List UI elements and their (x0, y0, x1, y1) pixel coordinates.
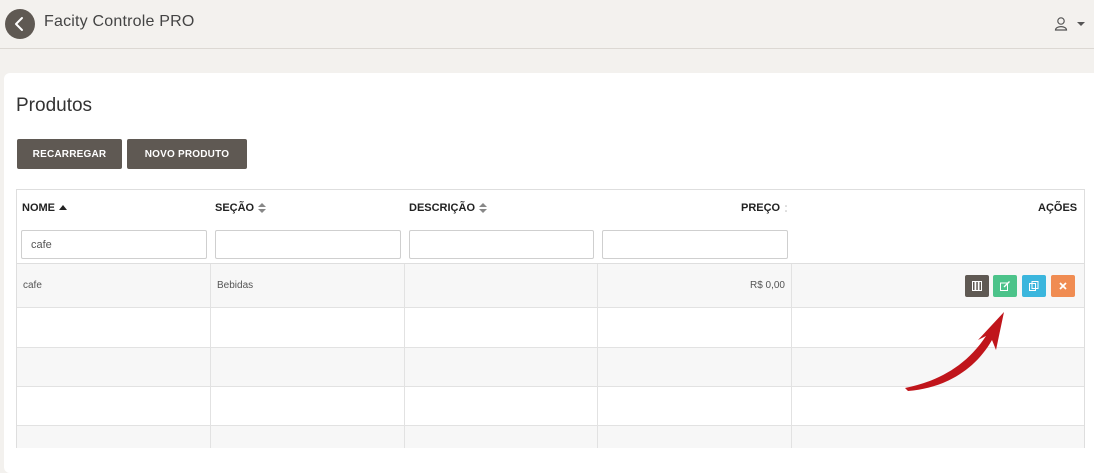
page-title: Produtos (16, 95, 93, 116)
column-label: SEÇÃO (215, 202, 255, 214)
table-row (17, 426, 1084, 448)
caret-down-icon (1077, 22, 1085, 26)
back-button[interactable] (5, 9, 35, 39)
app-title: Facity Controle PRO (44, 13, 195, 30)
user-menu[interactable] (1050, 14, 1090, 34)
copy-button[interactable] (1022, 275, 1046, 297)
cell-descricao (405, 264, 598, 307)
copy-icon (1029, 281, 1039, 291)
annotation-arrow-icon (905, 312, 1004, 391)
sort-icon (479, 202, 488, 214)
close-icon (1059, 282, 1067, 290)
filter-preco-input[interactable] (602, 230, 788, 259)
new-product-button[interactable]: NOVO PRODUTO (127, 139, 247, 169)
column-header-descricao[interactable]: DESCRIÇÃO (409, 202, 488, 214)
columns-button[interactable] (965, 275, 989, 297)
sort-icon (258, 202, 267, 214)
cell-secao: Bebidas (211, 264, 405, 307)
reload-button[interactable]: RECARREGAR (17, 139, 122, 169)
column-header-secao[interactable]: SEÇÃO (215, 202, 267, 214)
column-header-preco[interactable]: PREÇO (741, 202, 788, 214)
column-label: AÇÕES (1038, 202, 1078, 214)
table-row[interactable]: cafe Bebidas R$ 0,00 (17, 264, 1084, 308)
cell-acoes (792, 264, 1084, 307)
filter-nome-input[interactable] (21, 230, 207, 259)
edit-icon (1000, 281, 1010, 291)
chevron-left-icon (15, 17, 23, 31)
column-label: NOME (22, 202, 55, 214)
cell-nome: cafe (17, 264, 211, 307)
sort-ascending-icon (59, 205, 67, 211)
edit-button[interactable] (993, 275, 1017, 297)
filter-descricao-input[interactable] (409, 230, 594, 259)
columns-icon (972, 281, 982, 291)
column-header-acoes: AÇÕES (1038, 202, 1077, 214)
user-icon (1054, 17, 1068, 31)
cell-preco: R$ 0,00 (598, 264, 792, 307)
delete-button[interactable] (1051, 275, 1075, 297)
sort-icon (784, 203, 788, 214)
top-bar: Facity Controle PRO (0, 0, 1094, 49)
column-header-nome[interactable]: NOME (22, 202, 67, 214)
column-label: DESCRIÇÃO (409, 202, 476, 214)
column-label: PREÇO (741, 202, 781, 214)
filter-secao-input[interactable] (215, 230, 401, 259)
